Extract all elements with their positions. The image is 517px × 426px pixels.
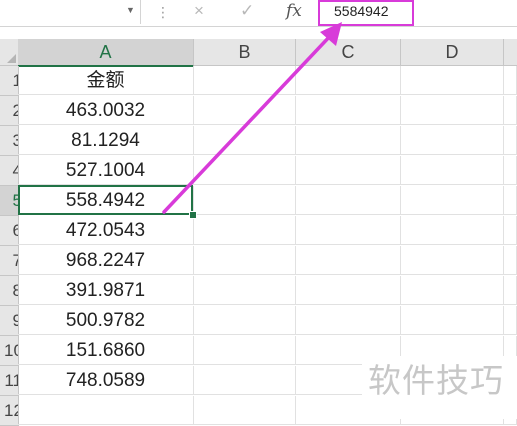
cell-d-row-6[interactable] bbox=[401, 216, 504, 245]
cell-e-row-9[interactable] bbox=[504, 306, 517, 335]
row-number: 10 bbox=[4, 341, 18, 360]
formula-value: 5584942 bbox=[334, 3, 389, 19]
cell-d-row-9[interactable] bbox=[401, 306, 504, 335]
cell-b-row-4[interactable] bbox=[194, 156, 296, 185]
cell-c-row-6[interactable] bbox=[296, 216, 401, 245]
cell-d-row-5[interactable] bbox=[401, 186, 504, 215]
cell-c-row-7[interactable] bbox=[296, 246, 401, 275]
cell-e-row-8[interactable] bbox=[504, 276, 517, 305]
cell-e-row-1[interactable] bbox=[504, 66, 517, 95]
name-box-dropdown-icon[interactable]: ▼ bbox=[126, 5, 135, 15]
cell-b-row-3[interactable] bbox=[194, 126, 296, 155]
column-header-d[interactable]: D bbox=[401, 39, 504, 66]
cell-b-row-11[interactable] bbox=[194, 366, 296, 395]
cell-a-row-12[interactable] bbox=[18, 396, 194, 425]
cell-e-row-3[interactable] bbox=[504, 126, 517, 155]
row-header-4[interactable]: 4 bbox=[0, 156, 19, 186]
fill-handle[interactable] bbox=[189, 211, 197, 219]
cell-d-row-2[interactable] bbox=[401, 96, 504, 125]
cell-b-row-10[interactable] bbox=[194, 336, 296, 365]
cell-e-row-6[interactable] bbox=[504, 216, 517, 245]
cell-a-row-6[interactable]: 472.0543 bbox=[18, 216, 194, 245]
row-header-8[interactable]: 8 bbox=[0, 276, 19, 306]
cell-b-row-1[interactable] bbox=[194, 66, 296, 95]
column-header-b[interactable]: B bbox=[194, 39, 296, 66]
row-header-11[interactable]: 11 bbox=[0, 366, 19, 396]
row-header-12[interactable]: 12 bbox=[0, 396, 19, 426]
cell-c-row-9[interactable] bbox=[296, 306, 401, 335]
cell-d-row-7[interactable] bbox=[401, 246, 504, 275]
cell-a-row-7[interactable]: 968.2247 bbox=[18, 246, 194, 275]
cell-c-row-8[interactable] bbox=[296, 276, 401, 305]
cell-b-row-7[interactable] bbox=[194, 246, 296, 275]
cell-e-row-2[interactable] bbox=[504, 96, 517, 125]
cell-d-row-8[interactable] bbox=[401, 276, 504, 305]
cell-b-row-6[interactable] bbox=[194, 216, 296, 245]
select-all-corner[interactable] bbox=[0, 39, 19, 66]
cell-c-row-1[interactable] bbox=[296, 66, 401, 95]
cell-d-row-3[interactable] bbox=[401, 126, 504, 155]
row-header-10[interactable]: 10 bbox=[0, 336, 19, 366]
cell-c-row-4[interactable] bbox=[296, 156, 401, 185]
cell-e-row-5[interactable] bbox=[504, 186, 517, 215]
row-number: 12 bbox=[4, 401, 18, 420]
enter-icon[interactable]: ✓ bbox=[240, 1, 254, 21]
cell-e-row-7[interactable] bbox=[504, 246, 517, 275]
cell-c-row-5[interactable] bbox=[296, 186, 401, 215]
cell-a-row-9[interactable]: 500.9782 bbox=[18, 306, 194, 335]
cell-a-row-11[interactable]: 748.0589 bbox=[18, 366, 194, 395]
cancel-icon[interactable]: × bbox=[194, 1, 204, 21]
cell-c-row-2[interactable] bbox=[296, 96, 401, 125]
formula-bar-separator-icon: ⋮ bbox=[156, 4, 170, 20]
cell-b-row-9[interactable] bbox=[194, 306, 296, 335]
cell-b-row-8[interactable] bbox=[194, 276, 296, 305]
cell-a-row-2[interactable]: 463.0032 bbox=[18, 96, 194, 125]
column-header-a[interactable]: A bbox=[18, 39, 194, 67]
name-box[interactable]: ▼ bbox=[0, 0, 141, 24]
row-header-2[interactable]: 2 bbox=[0, 96, 19, 126]
cell-a-row-10[interactable]: 151.6860 bbox=[18, 336, 194, 365]
column-header-e[interactable] bbox=[504, 39, 517, 66]
row-header-6[interactable]: 6 bbox=[0, 216, 19, 246]
cell-b-row-12[interactable] bbox=[194, 396, 296, 425]
cell-c-row-3[interactable] bbox=[296, 126, 401, 155]
cell-e-row-4[interactable] bbox=[504, 156, 517, 185]
row-header-3[interactable]: 3 bbox=[0, 126, 19, 156]
cell-b-row-2[interactable] bbox=[194, 96, 296, 125]
column-header-c[interactable]: C bbox=[296, 39, 401, 66]
cell-a-row-1[interactable]: 金额 bbox=[18, 66, 194, 95]
row-number: 11 bbox=[4, 371, 18, 390]
cell-a-row-8[interactable]: 391.9871 bbox=[18, 276, 194, 305]
row-header-5[interactable]: 5 bbox=[0, 186, 19, 216]
cell-a-row-3[interactable]: 81.1294 bbox=[18, 126, 194, 155]
cell-d-row-1[interactable] bbox=[401, 66, 504, 95]
cell-a-row-5[interactable]: 558.4942 bbox=[18, 186, 194, 215]
watermark: 软件技巧 bbox=[362, 356, 517, 419]
formula-bar: ▼ ⋮ × ✓ fx 5584942 bbox=[0, 0, 517, 27]
cell-a-row-4[interactable]: 527.1004 bbox=[18, 156, 194, 185]
row-header-7[interactable]: 7 bbox=[0, 246, 19, 276]
cell-d-row-4[interactable] bbox=[401, 156, 504, 185]
insert-function-icon[interactable]: fx bbox=[286, 1, 302, 21]
row-header-1[interactable]: 1 bbox=[0, 66, 19, 96]
cell-b-row-5[interactable] bbox=[194, 186, 296, 215]
row-header-9[interactable]: 9 bbox=[0, 306, 19, 336]
